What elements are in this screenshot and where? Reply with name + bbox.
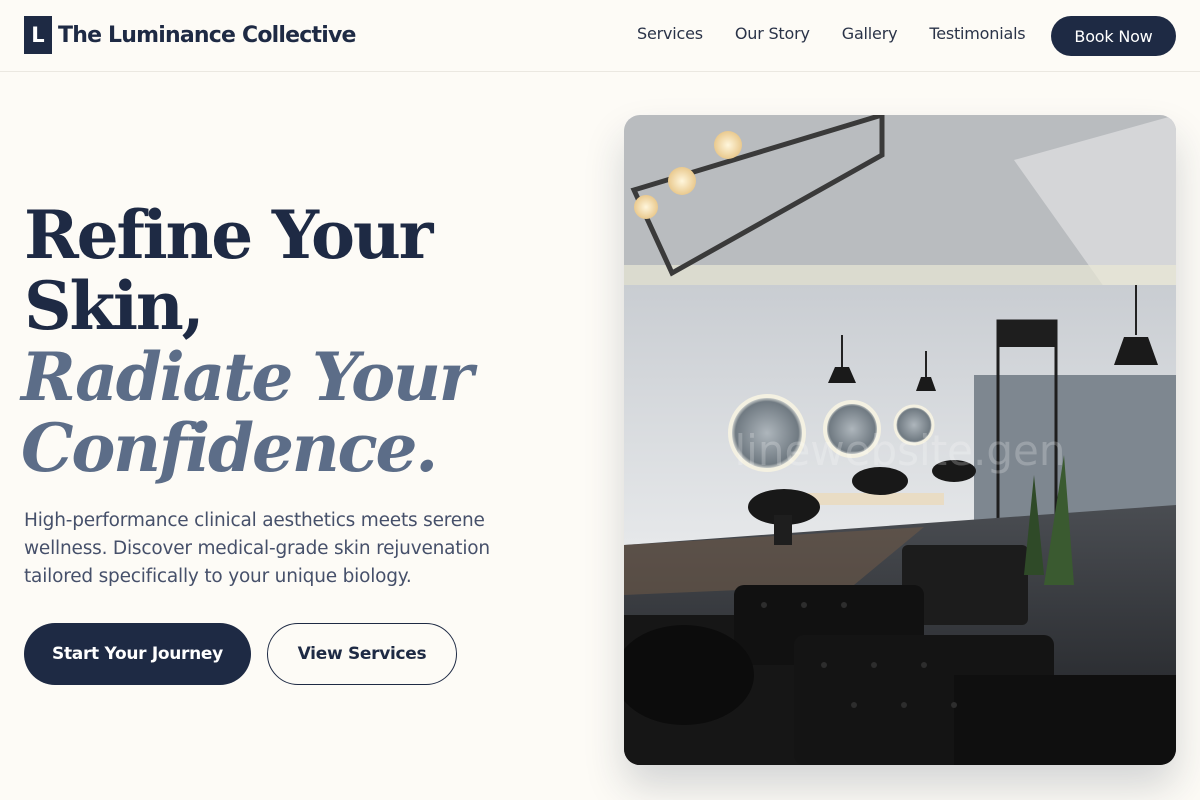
top-nav: L The Luminance Collective Services Our … bbox=[0, 0, 1200, 72]
nav-link-gallery[interactable]: Gallery bbox=[842, 24, 898, 43]
nav-link-testimonials[interactable]: Testimonials bbox=[929, 24, 1025, 43]
hero-headline: Refine Your Skin, Radiate Your Confidenc… bbox=[21, 196, 474, 487]
headline-accent-line: Radiate Your bbox=[21, 338, 474, 416]
headline-line: Skin, bbox=[24, 267, 205, 345]
hero-subtitle: High-performance clinical aesthetics mee… bbox=[24, 510, 490, 587]
image-watermark-text: linewebsite.gen bbox=[735, 426, 1066, 475]
nav-links: Services Our Story Gallery Testimonials bbox=[637, 24, 1057, 43]
brand-logo[interactable]: L The Luminance Collective bbox=[24, 16, 356, 54]
view-services-button[interactable]: View Services bbox=[267, 623, 457, 685]
salon-interior-image: linewebsite.gen bbox=[624, 115, 1176, 765]
logo-mark: L bbox=[24, 16, 52, 54]
headline-line: Refine Your bbox=[24, 196, 433, 274]
nav-link-services[interactable]: Services bbox=[637, 24, 703, 43]
start-journey-button[interactable]: Start Your Journey bbox=[24, 623, 251, 685]
nav-link-our-story[interactable]: Our Story bbox=[735, 24, 810, 43]
book-now-button[interactable]: Book Now bbox=[1051, 16, 1176, 56]
headline-accent-line: Confidence. bbox=[21, 409, 438, 487]
brand-name: The Luminance Collective bbox=[58, 22, 356, 48]
